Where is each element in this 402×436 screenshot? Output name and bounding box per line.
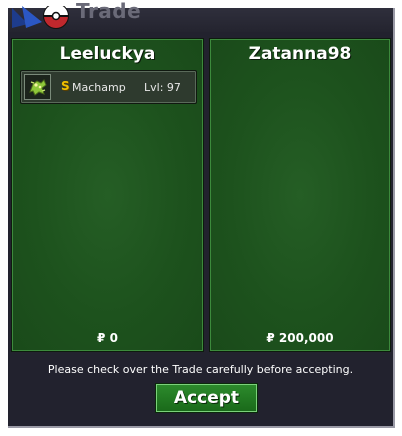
shiny-badge: S [61,79,70,93]
trade-window: Trade Leeluckya S Machamp Lvl: 97 ₽ 0 Za… [8,0,395,428]
offer-item-machamp[interactable]: S Machamp Lvl: 97 [20,70,197,104]
window-title: Trade [76,0,142,23]
pokeball-logo-icon [12,6,69,29]
machamp-sprite-icon [24,74,51,100]
left-trade-panel: Leeluckya S Machamp Lvl: 97 ₽ 0 [11,38,204,352]
accept-button[interactable]: Accept [156,384,257,412]
trade-notice: Please check over the Trade carefully be… [47,363,354,376]
left-player-name: Leeluckya [59,44,156,64]
pokemon-level: Lvl: 97 [144,81,181,94]
title-bar: Trade [8,0,393,32]
right-money-offer: ₽ 200,000 [266,331,334,345]
pokemon-name: Machamp [72,81,126,94]
right-trade-panel: Zatanna98 ₽ 200,000 [209,38,391,352]
right-player-name: Zatanna98 [248,44,352,64]
left-money-offer: ₽ 0 [97,331,118,345]
